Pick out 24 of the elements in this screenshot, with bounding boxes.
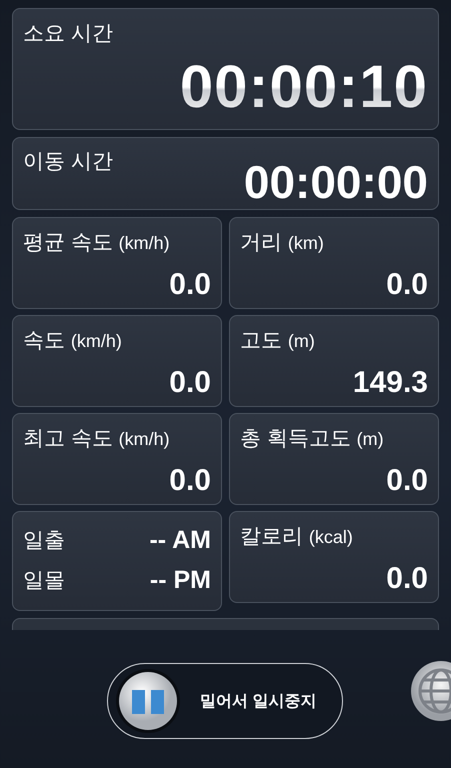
stat-label: 총 획득고도 (m) [240, 426, 384, 452]
card-title: 소요 시간 [23, 21, 113, 47]
pause-icon[interactable] [115, 668, 181, 734]
sun-label: 일몰 [23, 568, 65, 594]
moving-time: 00:00:00 [244, 159, 428, 205]
stat-label: 거리 (km) [240, 230, 324, 256]
stat-label: 고도 (m) [240, 328, 315, 354]
sun-time: -- AM [149, 526, 211, 554]
stat-label: 최고 속도 (km/h) [23, 426, 170, 452]
globe-icon[interactable] [410, 660, 451, 722]
stat-value: 0.0 [169, 270, 211, 300]
stat-value: 0.0 [386, 270, 428, 300]
stat-value: 0.0 [169, 466, 211, 496]
stat-label: 칼로리 (kcal) [240, 524, 353, 550]
stat-label: 속도 (km/h) [23, 328, 122, 354]
stat-label: 평균 속도 (km/h) [23, 230, 170, 256]
stat-value: 0.0 [386, 466, 428, 496]
stat-value: 149.3 [352, 368, 428, 398]
sun-time: -- PM [150, 566, 211, 594]
stat-value: 0.0 [386, 564, 428, 594]
sun-label: 일출 [23, 528, 65, 554]
card-title: 이동 시간 [23, 149, 113, 175]
stat-value: 0.0 [169, 368, 211, 398]
slide-to-pause-button[interactable]: 밀어서 일시중지 [107, 663, 343, 739]
